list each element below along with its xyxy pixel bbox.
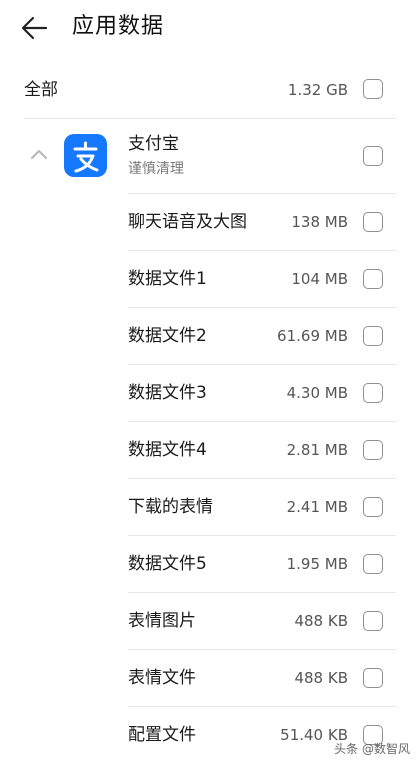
item-size: 138 MB (291, 213, 348, 231)
item-checkbox[interactable] (363, 554, 383, 574)
item-label: 表情文件 (128, 668, 196, 688)
alipay-icon (73, 141, 99, 173)
item-label: 配置文件 (128, 725, 196, 745)
item-size: 61.69 MB (277, 327, 348, 345)
list-item[interactable]: 表情图片 488 KB (0, 593, 420, 650)
app-checkbox[interactable] (363, 146, 383, 166)
item-checkbox[interactable] (363, 383, 383, 403)
page-title: 应用数据 (72, 14, 165, 39)
item-label: 聊天语音及大图 (128, 212, 247, 232)
item-label: 表情图片 (128, 611, 196, 631)
back-arrow-icon (21, 16, 48, 40)
list-item[interactable]: 数据文件1 104 MB (0, 251, 420, 308)
item-checkbox[interactable] (363, 212, 383, 232)
item-size: 104 MB (291, 270, 348, 288)
select-all-row[interactable]: 全部 1.32 GB (0, 62, 420, 118)
item-checkbox[interactable] (363, 611, 383, 631)
item-label: 数据文件3 (128, 383, 207, 403)
app-row-alipay[interactable]: 支付宝 谨慎清理 (0, 119, 420, 193)
item-checkbox[interactable] (363, 668, 383, 688)
item-checkbox[interactable] (363, 440, 383, 460)
item-size: 2.81 MB (286, 441, 348, 459)
item-label: 数据文件1 (128, 269, 207, 289)
list-item[interactable]: 数据文件4 2.81 MB (0, 422, 420, 479)
list-item[interactable]: 聊天语音及大图 138 MB (0, 194, 420, 251)
total-size: 1.32 GB (287, 81, 348, 99)
item-checkbox[interactable] (363, 497, 383, 517)
item-checkbox[interactable] (363, 326, 383, 346)
back-button[interactable] (18, 12, 54, 44)
chevron-up-icon (31, 150, 47, 159)
select-all-checkbox[interactable] (363, 79, 383, 99)
list-item[interactable]: 下载的表情 2.41 MB (0, 479, 420, 536)
item-label: 数据文件5 (128, 554, 207, 574)
list-item[interactable]: 数据文件2 61.69 MB (0, 308, 420, 365)
app-name: 支付宝 (128, 134, 179, 154)
item-size: 488 KB (294, 669, 348, 687)
item-size: 4.30 MB (286, 384, 348, 402)
app-warning: 谨慎清理 (128, 161, 184, 177)
item-checkbox[interactable] (363, 269, 383, 289)
item-size: 488 KB (294, 612, 348, 630)
item-label: 数据文件4 (128, 440, 207, 460)
list-item[interactable]: 表情文件 488 KB (0, 650, 420, 707)
list-item[interactable]: 数据文件3 4.30 MB (0, 365, 420, 422)
item-label: 数据文件2 (128, 326, 207, 346)
item-size: 2.41 MB (286, 498, 348, 516)
item-size: 1.95 MB (286, 555, 348, 573)
item-label: 下载的表情 (128, 497, 213, 517)
alipay-app-icon (64, 134, 107, 177)
title-bar: 应用数据 (0, 0, 420, 60)
select-all-label: 全部 (24, 80, 58, 100)
collapse-toggle[interactable] (28, 146, 50, 162)
list-item[interactable]: 数据文件5 1.95 MB (0, 536, 420, 593)
watermark: 头条 @数智风 (334, 742, 410, 756)
